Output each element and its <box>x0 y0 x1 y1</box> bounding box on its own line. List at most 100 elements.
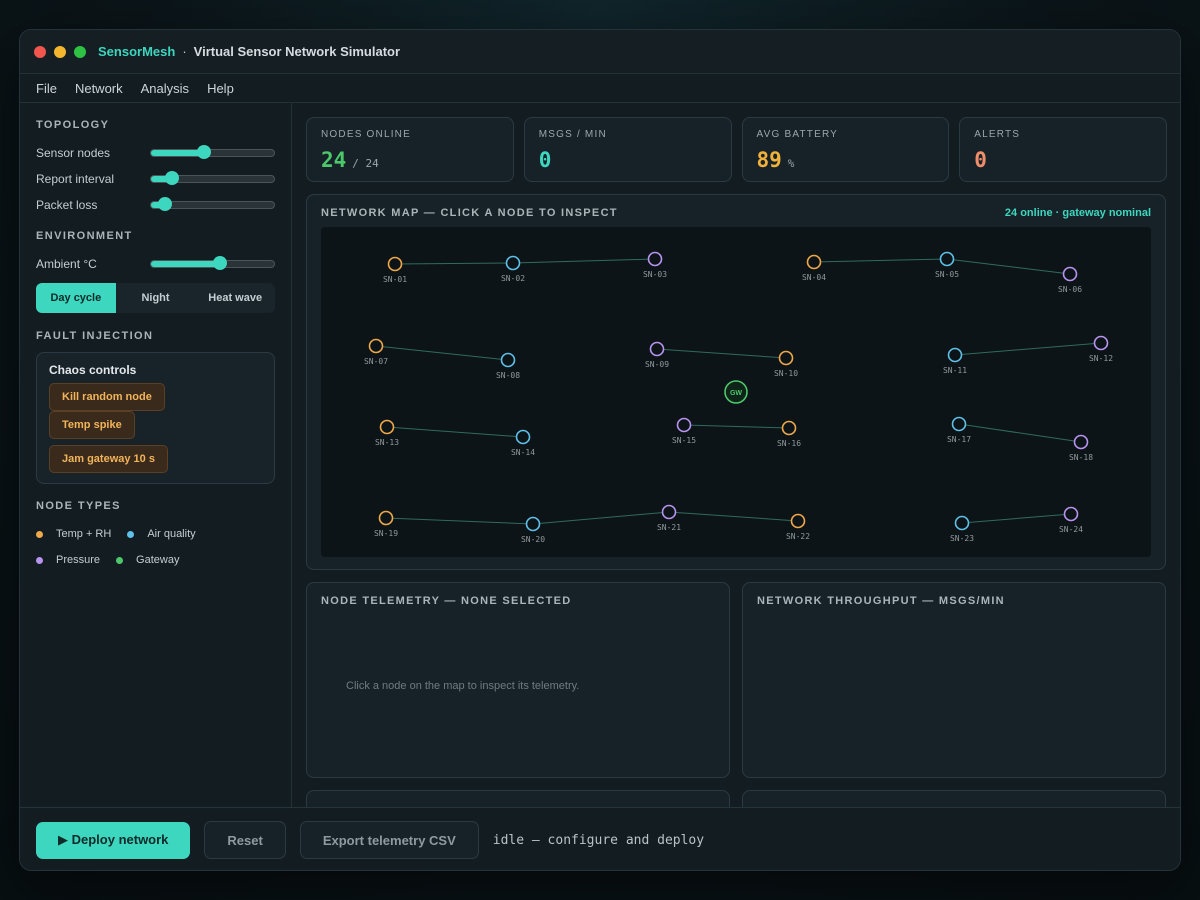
node-circle-icon[interactable] <box>647 251 663 267</box>
pressure-color-dot-icon <box>36 556 43 564</box>
environment-mode-toggle: Day cycle Night Heat wave <box>36 283 275 313</box>
map-node-sn-21[interactable]: SN-21 <box>657 504 681 533</box>
node-circle-icon[interactable] <box>378 510 394 526</box>
map-node-sn-02[interactable]: SN-02 <box>501 255 525 284</box>
map-node-sn-19[interactable]: SN-19 <box>374 510 398 539</box>
sensor-nodes-slider[interactable] <box>149 145 275 159</box>
deploy-network-button[interactable]: ▶ Deploy network <box>36 821 191 859</box>
menu-network[interactable]: Network <box>75 81 123 96</box>
slider-row-ambient: Ambient °C <box>36 251 275 277</box>
node-circle-icon[interactable] <box>368 338 384 354</box>
map-node-sn-04[interactable]: SN-04 <box>802 254 826 283</box>
node-circle-icon[interactable] <box>954 515 970 531</box>
node-circle-icon[interactable] <box>525 516 541 532</box>
node-circle-icon[interactable] <box>649 341 665 357</box>
node-circle-icon[interactable] <box>806 254 822 270</box>
minimize-window-button[interactable] <box>54 45 66 58</box>
node-label: SN-17 <box>947 435 971 444</box>
stat-label: NODES ONLINE <box>321 129 411 140</box>
slider-thumb[interactable] <box>196 145 211 159</box>
map-node-sn-11[interactable]: SN-11 <box>943 347 967 376</box>
node-label: SN-11 <box>943 366 967 375</box>
node-circle-icon[interactable] <box>500 352 516 368</box>
mode-heat-wave[interactable]: Heat wave <box>195 283 275 313</box>
map-node-sn-16[interactable]: SN-16 <box>777 420 801 449</box>
map-node-sn-23[interactable]: SN-23 <box>950 515 974 544</box>
map-node-sn-12[interactable]: SN-12 <box>1089 335 1113 364</box>
map-node-sn-17[interactable]: SN-17 <box>947 416 971 445</box>
map-node-sn-15[interactable]: SN-15 <box>672 417 696 446</box>
node-circle-icon[interactable] <box>1062 266 1078 282</box>
title-bar: SensorMesh · Virtual Sensor Network Simu… <box>20 30 1180 74</box>
node-label: SN-08 <box>496 371 520 380</box>
menu-bar: File Network Analysis Help <box>20 74 1180 103</box>
network-throughput-panel: NETWORK THROUGHPUT — MSGS/MIN <box>742 582 1166 778</box>
map-node-sn-13[interactable]: SN-13 <box>375 419 399 448</box>
stat-msgs-per-min: MSGS / MIN 0 <box>523 117 732 182</box>
menu-help[interactable]: Help <box>207 81 234 96</box>
kill-random-node-button[interactable]: Kill random node <box>49 383 165 411</box>
node-circle-icon[interactable] <box>951 416 967 432</box>
menu-analysis[interactable]: Analysis <box>141 81 189 96</box>
map-link <box>385 517 534 525</box>
map-node-sn-09[interactable]: SN-09 <box>645 341 669 370</box>
node-circle-icon[interactable] <box>939 251 955 267</box>
node-circle-icon[interactable] <box>661 504 677 520</box>
stats-row: NODES ONLINE 24 / 24 MSGS / MIN 0 AVG BAT… <box>306 117 1167 182</box>
map-node-sn-14[interactable]: SN-14 <box>511 429 535 458</box>
slider-thumb[interactable] <box>158 197 173 211</box>
map-link <box>958 423 1082 443</box>
map-link <box>946 258 1071 275</box>
network-map-canvas[interactable]: SN-01 SN-02 SN-03 SN-04 SN-05 SN-06 SN-07 SN-08… <box>321 227 1151 557</box>
map-node-sn-05[interactable]: SN-05 <box>935 251 959 280</box>
jam-gateway-button[interactable]: Jam gateway 10 s <box>49 445 168 473</box>
node-label: SN-24 <box>1059 525 1083 534</box>
node-circle-icon[interactable] <box>1063 506 1079 522</box>
telemetry-empty-message: Click a node on the map to inspect its t… <box>346 680 580 692</box>
node-circle-icon[interactable] <box>781 420 797 436</box>
map-node-sn-22[interactable]: SN-22 <box>786 513 810 542</box>
mode-day-cycle[interactable]: Day cycle <box>36 283 116 313</box>
ambient-slider[interactable] <box>149 256 275 270</box>
node-label: SN-19 <box>374 529 398 538</box>
node-circle-icon[interactable] <box>515 429 531 445</box>
app-name: SensorMesh <box>98 44 176 59</box>
map-node-sn-18[interactable]: SN-18 <box>1069 434 1093 463</box>
stat-alerts: ALERTS 0 <box>959 117 1167 182</box>
node-circle-icon[interactable] <box>505 255 521 271</box>
mode-night[interactable]: Night <box>116 283 196 313</box>
map-node-sn-20[interactable]: SN-20 <box>521 516 545 545</box>
reset-button[interactable]: Reset <box>204 821 286 859</box>
map-node-sn-03[interactable]: SN-03 <box>643 251 667 280</box>
node-circle-icon[interactable] <box>1073 434 1089 450</box>
node-label: SN-02 <box>501 274 525 283</box>
network-map-svg[interactable]: SN-01 SN-02 SN-03 SN-04 SN-05 SN-06 SN-07 SN-08… <box>321 227 1151 557</box>
slider-thumb[interactable] <box>164 171 179 185</box>
map-gateway-node[interactable]: GW <box>724 380 748 404</box>
node-circle-icon[interactable] <box>778 350 794 366</box>
node-label: SN-09 <box>645 360 669 369</box>
node-circle-icon[interactable] <box>947 347 963 363</box>
map-node-sn-06[interactable]: SN-06 <box>1058 266 1082 295</box>
packet-loss-slider[interactable] <box>149 197 275 211</box>
stat-value: 89 <box>756 148 782 172</box>
maximize-window-button[interactable] <box>74 45 86 58</box>
map-node-sn-07[interactable]: SN-07 <box>364 338 388 367</box>
temp-spike-button[interactable]: Temp spike <box>49 411 135 439</box>
menu-file[interactable]: File <box>36 81 57 96</box>
node-circle-icon[interactable] <box>379 419 395 435</box>
node-circle-icon[interactable] <box>676 417 692 433</box>
report-interval-slider[interactable] <box>149 171 275 185</box>
close-window-button[interactable] <box>34 45 46 58</box>
map-node-sn-08[interactable]: SN-08 <box>496 352 520 381</box>
map-node-sn-10[interactable]: SN-10 <box>774 350 798 379</box>
export-csv-button[interactable]: Export telemetry CSV <box>299 821 479 859</box>
node-circle-icon[interactable] <box>790 513 806 529</box>
node-circle-icon[interactable] <box>387 256 403 272</box>
node-circle-icon[interactable] <box>1093 335 1109 351</box>
slider-thumb[interactable] <box>212 256 227 270</box>
map-node-sn-24[interactable]: SN-24 <box>1059 506 1083 535</box>
map-node-sn-01[interactable]: SN-01 <box>383 256 407 285</box>
network-throughput-title: NETWORK THROUGHPUT — MSGS/MIN <box>757 595 1005 607</box>
node-label: SN-06 <box>1058 285 1082 294</box>
